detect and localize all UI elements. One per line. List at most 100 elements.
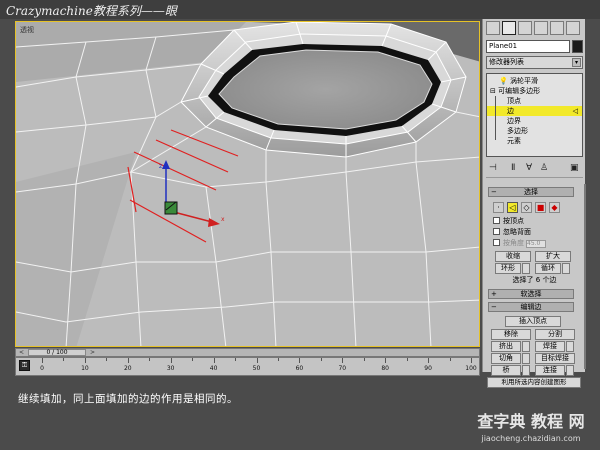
plus-icon: + [491, 290, 497, 298]
axis-z-label: z [159, 163, 162, 170]
split-button[interactable]: 分割 [535, 329, 575, 340]
show-end-result-icon[interactable]: Ⅱ [511, 163, 515, 173]
edge-mode-icon: ◁ [572, 107, 578, 115]
shrink-button[interactable]: 收缩 [495, 251, 531, 262]
ruler-label: 0 [40, 365, 44, 372]
ruler-tick [127, 358, 129, 363]
checkbox-box [493, 228, 500, 235]
remove-button[interactable]: 移除 [491, 329, 531, 340]
stack-item-label: 元素 [507, 137, 521, 145]
stack-item-polygon[interactable]: 多边形 [487, 126, 582, 136]
ring-button[interactable]: 环形 [495, 263, 521, 274]
weld-button[interactable]: 焊接 [535, 341, 565, 352]
time-slider[interactable]: 0 / 100 [28, 349, 86, 356]
object-name-field[interactable]: Plane01 [486, 40, 570, 53]
angle-spinner[interactable]: 45.0 [526, 240, 546, 248]
modifier-list-dropdown[interactable]: 修改器列表 ▾ [486, 56, 583, 69]
utilities-tab-icon[interactable] [566, 21, 580, 35]
modify-tab-icon[interactable] [502, 21, 516, 35]
ruler-tick [277, 358, 279, 361]
axis-x-label: x [221, 216, 225, 223]
element-level-icon[interactable]: ◆ [549, 202, 560, 213]
next-frame-icon[interactable]: > [90, 349, 95, 356]
collapse-minus-icon[interactable]: ⊟ [490, 87, 496, 95]
object-color-swatch[interactable] [572, 40, 583, 53]
mesh-render: 透视 z x [16, 22, 479, 346]
command-panel-scrollbar[interactable] [584, 184, 586, 369]
stack-toolbar: ⊣ Ⅱ ∀ ♙ ▣ [486, 160, 583, 178]
extrude-settings-button[interactable] [522, 341, 530, 352]
extrude-button[interactable]: 挤出 [491, 341, 521, 352]
stack-item-vertex[interactable]: 顶点 [487, 96, 582, 106]
grow-button[interactable]: 扩大 [535, 251, 571, 262]
stack-item-turbosmooth[interactable]: 💡 涡轮平滑 [487, 76, 582, 86]
bridge-button[interactable]: 桥 [491, 365, 521, 376]
checkbox-label: 按顶点 [503, 217, 524, 225]
ruler-tick [149, 358, 151, 361]
motion-tab-icon[interactable] [534, 21, 548, 35]
edit-edges-rollout-header[interactable]: − 编辑边 [488, 302, 574, 312]
vertex-level-icon[interactable]: · [493, 202, 504, 213]
ruler-tick [449, 358, 451, 361]
light-bulb-icon[interactable]: 💡 [499, 77, 508, 85]
soft-selection-rollout-header[interactable]: + 软选择 [488, 289, 574, 299]
stack-item-element[interactable]: 元素 [487, 136, 582, 146]
watermark-url: jiaocheng.chazidian.com [481, 434, 581, 443]
ruler-label: 60 [295, 365, 304, 372]
connect-settings-button[interactable] [566, 365, 574, 376]
ring-spinner[interactable] [522, 263, 530, 274]
watermark-title: 查字典 教程 网 [477, 412, 585, 431]
display-tab-icon[interactable] [550, 21, 564, 35]
ruler-label: 40 [209, 365, 218, 372]
edit-edges-title: 编辑边 [520, 303, 542, 311]
ruler-tick [192, 358, 194, 361]
border-level-icon[interactable]: ◇ [521, 202, 532, 213]
loop-button[interactable]: 循环 [535, 263, 561, 274]
ruler-label: 90 [424, 365, 432, 372]
stack-item-edge[interactable]: 边 ◁ [487, 106, 582, 116]
make-unique-icon[interactable]: ∀ [526, 163, 532, 173]
create-tab-icon[interactable] [486, 21, 500, 35]
pin-stack-icon[interactable]: ⊣ [489, 163, 497, 173]
chamfer-button[interactable]: 切角 [491, 353, 521, 364]
selection-rollout-header[interactable]: − 选择 [488, 187, 574, 197]
loop-spinner[interactable] [562, 263, 570, 274]
modifier-list-label: 修改器列表 [489, 58, 524, 66]
connect-button[interactable]: 连接 [535, 365, 565, 376]
key-filter-icon[interactable]: ⚿ [19, 360, 30, 371]
stack-item-editable-poly[interactable]: ⊟ 可编辑多边形 [487, 86, 582, 96]
by-angle-checkbox[interactable]: 按角度 45.0 [493, 239, 573, 248]
watermark: 查字典 教程 网 jiaocheng.chazidian.com [470, 411, 592, 448]
prev-frame-icon[interactable]: < [19, 349, 24, 356]
perspective-viewport[interactable]: 透视 z x [15, 21, 480, 347]
ruler-tick [42, 358, 43, 363]
stack-item-border[interactable]: 边界 [487, 116, 582, 126]
hierarchy-tab-icon[interactable] [518, 21, 532, 35]
track-bar[interactable]: 0 10 20 30 40 50 60 70 80 90 100 [15, 357, 480, 376]
ruler-label: 20 [123, 365, 132, 372]
target-weld-button[interactable]: 目标焊接 [535, 353, 575, 364]
polygon-level-icon[interactable]: ■ [535, 202, 546, 213]
ruler-tick [471, 358, 472, 363]
edge-level-icon[interactable]: ◁ [507, 202, 518, 213]
insert-vertex-button[interactable]: 插入顶点 [505, 316, 561, 327]
remove-modifier-icon[interactable]: ♙ [540, 163, 548, 173]
checkbox-label: 按角度 [503, 239, 524, 247]
configure-sets-icon[interactable]: ▣ [570, 163, 579, 173]
viewport-label: 透视 [20, 25, 34, 34]
chamfer-settings-button[interactable] [522, 353, 530, 364]
weld-settings-button[interactable] [566, 341, 574, 352]
ruler-label: 70 [338, 365, 347, 372]
ruler-tick [363, 358, 365, 361]
selection-status: 选择了 6 个边 [512, 276, 557, 284]
by-vertex-checkbox[interactable]: 按顶点 [493, 217, 573, 226]
time-slider-track[interactable]: < 0 / 100 > [15, 348, 480, 357]
ruler-tick [84, 358, 86, 363]
tutorial-screenshot: Crazymachine教程系列——眼 透视 z x Plane01 修改器列表… [0, 0, 600, 450]
bridge-settings-button[interactable] [522, 365, 530, 376]
minus-icon: − [491, 303, 497, 311]
ruler-tick [213, 358, 215, 363]
create-shape-button[interactable]: 利用所选内容创建图形 [487, 377, 581, 388]
ignore-backfacing-checkbox[interactable]: 忽略背面 [493, 228, 573, 237]
ruler-tick [320, 358, 322, 361]
